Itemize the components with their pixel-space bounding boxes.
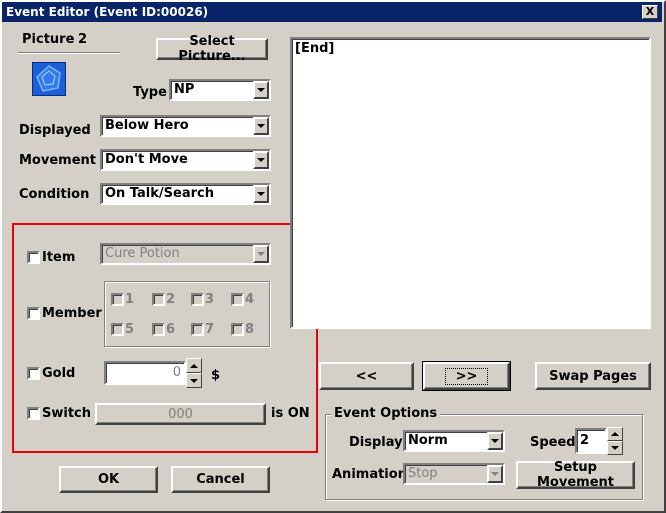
select-picture-button[interactable]: Select Picture...	[156, 34, 268, 64]
chevron-down-icon	[257, 192, 265, 196]
movement-label: Movement	[19, 153, 96, 168]
member-checkbox[interactable]	[27, 307, 40, 320]
picture-divider	[18, 52, 120, 53]
member-slot-7-checkbox[interactable]	[191, 323, 204, 336]
member-slot-6-checkbox[interactable]	[152, 323, 165, 336]
cancel-button[interactable]: Cancel	[171, 466, 270, 493]
movement-value: Don't Move	[105, 152, 188, 167]
movement-dropdown-arrow[interactable]	[253, 151, 269, 169]
event-options-title: Event Options	[331, 406, 441, 421]
member-slot-5-checkbox[interactable]	[111, 323, 124, 336]
displayed-value: Below Hero	[105, 118, 189, 133]
speed-spin-down[interactable]	[607, 441, 623, 455]
displayed-dropdown-arrow[interactable]	[253, 117, 269, 135]
animation-value: Stop	[408, 466, 438, 481]
member-slot-3-checkbox[interactable]	[191, 293, 204, 306]
setup-movement-button[interactable]: Setup Movement	[516, 460, 635, 490]
member-slot-5-label: 5	[125, 322, 135, 337]
member-slots-group	[104, 281, 270, 347]
switch-suffix: is ON	[271, 406, 310, 421]
gold-checkbox[interactable]	[27, 367, 40, 380]
member-slot-6-label: 6	[166, 322, 176, 337]
type-dropdown-arrow[interactable]	[253, 81, 269, 99]
next-page-label: >>	[444, 367, 489, 385]
member-slot-3-label: 3	[205, 292, 215, 307]
swap-pages-button[interactable]: Swap Pages	[535, 362, 651, 390]
condition-dropdown-arrow[interactable]	[253, 185, 269, 203]
arrow-down-icon	[611, 446, 619, 450]
arrow-up-icon	[611, 432, 619, 436]
member-slot-2-label: 2	[166, 292, 176, 307]
item-label: Item	[42, 250, 76, 265]
speed-input[interactable]: 2	[575, 428, 607, 454]
switch-label: Switch	[42, 406, 92, 421]
item-checkbox[interactable]	[27, 251, 40, 264]
movement-select[interactable]: Don't Move	[100, 149, 271, 171]
condition-select[interactable]: On Talk/Search	[100, 183, 271, 205]
script-line[interactable]: [End]	[295, 41, 334, 56]
window-title: Event Editor (Event ID:00026)	[6, 5, 209, 19]
next-page-button[interactable]: >>	[422, 361, 511, 391]
type-value: NP	[174, 82, 195, 97]
display-dropdown-arrow[interactable]	[487, 432, 503, 450]
display-label: Display	[349, 435, 403, 450]
chevron-down-icon	[491, 439, 499, 443]
member-slot-8-label: 8	[245, 322, 255, 337]
display-value: Norm	[408, 433, 448, 448]
picture-number: 2	[78, 32, 88, 47]
condition-label: Condition	[19, 187, 90, 202]
member-label: Member	[42, 306, 102, 321]
item-value: Cure Potion	[105, 246, 180, 261]
sprite-preview	[32, 62, 66, 96]
item-dropdown-arrow[interactable]	[253, 245, 269, 263]
event-script-list[interactable]: [End]	[290, 37, 651, 329]
member-slot-2-checkbox[interactable]	[152, 293, 165, 306]
displayed-label: Displayed	[19, 123, 91, 138]
chevron-down-icon	[491, 472, 499, 476]
animation-label: Animation	[332, 467, 407, 482]
condition-value: On Talk/Search	[105, 186, 214, 201]
chevron-down-icon	[257, 158, 265, 162]
title-bar: Event Editor (Event ID:00026) X	[2, 2, 662, 22]
prev-page-button[interactable]: <<	[319, 362, 414, 390]
member-slot-8-checkbox[interactable]	[231, 323, 244, 336]
item-select[interactable]: Cure Potion	[100, 243, 271, 265]
member-slot-1-checkbox[interactable]	[111, 293, 124, 306]
switch-checkbox[interactable]	[27, 407, 40, 420]
speed-label: Speed	[530, 435, 576, 450]
type-label: Type	[133, 85, 167, 100]
arrow-up-icon	[190, 363, 198, 368]
speed-spin-up[interactable]	[607, 427, 623, 441]
gold-spin-up[interactable]	[186, 358, 202, 373]
member-slot-1-label: 1	[125, 292, 135, 307]
animation-dropdown-arrow[interactable]	[487, 465, 503, 483]
display-select[interactable]: Norm	[403, 430, 505, 452]
gold-input[interactable]: 0	[104, 361, 186, 385]
ok-button[interactable]: OK	[59, 466, 158, 493]
chevron-down-icon	[257, 252, 265, 256]
displayed-select[interactable]: Below Hero	[100, 115, 271, 137]
speed-spinner[interactable]	[607, 427, 623, 455]
sprite-icon	[36, 65, 61, 92]
switch-select-button[interactable]: 000	[95, 403, 266, 425]
close-button[interactable]: X	[642, 5, 658, 19]
close-icon: X	[645, 5, 655, 18]
chevron-down-icon	[257, 88, 265, 92]
animation-select[interactable]: Stop	[403, 463, 505, 485]
gold-spin-down[interactable]	[186, 373, 202, 388]
gold-spinner[interactable]	[186, 358, 202, 388]
type-select[interactable]: NP	[169, 79, 271, 101]
arrow-down-icon	[190, 378, 198, 383]
picture-label: Picture	[22, 32, 75, 47]
gold-label: Gold	[42, 366, 76, 381]
member-slot-7-label: 7	[205, 322, 215, 337]
chevron-down-icon	[257, 124, 265, 128]
member-slot-4-label: 4	[245, 292, 255, 307]
member-slot-4-checkbox[interactable]	[231, 293, 244, 306]
gold-unit: $	[211, 368, 221, 383]
